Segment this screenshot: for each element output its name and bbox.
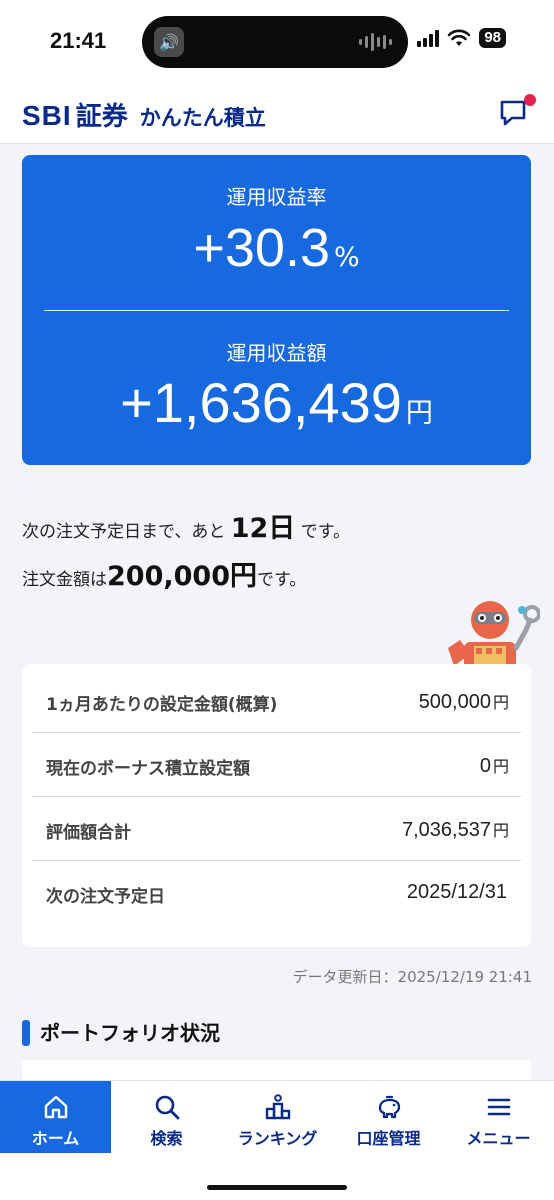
portfolio-section-title: ポートフォリオ状況	[22, 1018, 220, 1048]
nav-label-home: ホーム	[31, 1129, 80, 1148]
waveform-icon	[359, 32, 392, 52]
speaker-icon: 🔊	[154, 27, 184, 57]
profit-rate-label: 運用収益率	[226, 185, 327, 209]
status-indicators: 98	[417, 28, 506, 48]
order-amount-value: 200,000円	[107, 561, 257, 592]
logo-brand-sec: 証券	[75, 102, 128, 132]
settings-row-amount: 0	[479, 755, 491, 777]
settings-row-unit: 円	[492, 821, 509, 840]
profit-amount-label: 運用収益額	[226, 341, 327, 365]
settings-row-value: 500,000 円	[419, 689, 509, 714]
profit-amount-unit: 円	[405, 398, 433, 429]
settings-row-value: 7,036,537 円	[402, 817, 509, 842]
settings-row: 現在のボーナス積立設定額 0円	[22, 732, 531, 796]
data-update-time: データ更新日：2025/12/19 21:41	[292, 968, 532, 986]
next-order-days-value: 12日	[230, 513, 296, 544]
status-bar: 21:41 🔊 98	[0, 0, 554, 84]
portfolio-section-label: ポートフォリオ状況	[40, 1021, 220, 1045]
order-amount-prefix: 注文金額は	[22, 570, 107, 590]
profit-rate: +30.3%	[22, 221, 531, 275]
wifi-icon	[448, 29, 471, 46]
order-amount: 注文金額は200,000円です。	[22, 554, 306, 593]
bottom-navigation: ホーム 検索 ランキング 口座管理 メニュー	[0, 1080, 554, 1200]
settings-row: 1ヵ月あたりの設定金額(概算) 500,000 円	[22, 668, 531, 732]
notification-badge	[524, 94, 536, 106]
order-amount-suffix: です。	[256, 570, 307, 590]
settings-row-value: 2025/12/31	[407, 881, 509, 904]
settings-row: 評価額合計 7,036,537 円	[22, 796, 531, 860]
settings-row: 次の注文予定日 2025/12/31	[22, 860, 531, 924]
section-accent-bar	[22, 1020, 30, 1046]
piggy-bank-icon	[378, 1095, 400, 1119]
app-header: SBI 証券 かんたん積立	[0, 84, 554, 144]
settings-row-label: 1ヵ月あたりの設定金額(概算)	[46, 695, 278, 715]
profit-amount-value: +1,636,439	[120, 371, 402, 434]
nav-label-search: 検索	[150, 1129, 183, 1148]
settings-row-amount: 500,000	[418, 691, 491, 713]
search-icon	[155, 1095, 179, 1120]
profit-rate-unit: %	[333, 242, 360, 273]
message-button[interactable]	[496, 92, 536, 132]
nav-item-home[interactable]: ホーム	[0, 1081, 111, 1153]
portfolio-section-body	[22, 1060, 531, 1080]
ranking-icon	[265, 1094, 290, 1120]
next-order-days: 次の注文予定日まで、あと 12日 です。	[22, 506, 350, 545]
profit-rate-value: +30.3	[193, 218, 330, 278]
settings-row-unit: 円	[492, 693, 509, 712]
logo-brand: SBI	[22, 100, 72, 131]
status-time: 21:41	[50, 28, 107, 53]
home-indicator	[207, 1185, 347, 1190]
settings-row-label: 現在のボーナス積立設定額	[46, 759, 250, 779]
settings-row-amount: 2025/12/31	[406, 881, 507, 903]
nav-label-menu: メニュー	[466, 1129, 531, 1148]
profit-summary-card: 運用収益率 +30.3% 運用収益額 +1,636,439 円	[22, 155, 531, 465]
home-icon	[44, 1095, 67, 1119]
nav-item-ranking[interactable]: ランキング	[222, 1081, 333, 1153]
settings-row-value: 0円	[480, 753, 509, 778]
battery-icon: 98	[479, 28, 506, 48]
next-order-prefix: 次の注文予定日まで、あと	[22, 522, 226, 542]
nav-label-account: 口座管理	[356, 1129, 421, 1148]
settings-row-label: 評価額合計	[46, 823, 131, 843]
profit-amount: +1,636,439 円	[22, 375, 531, 431]
robot-mascot	[448, 601, 540, 666]
menu-icon	[487, 1098, 510, 1116]
settings-row-amount: 7,036,537	[402, 819, 491, 841]
dynamic-island: 🔊	[142, 16, 408, 68]
settings-summary-card: 1ヵ月あたりの設定金額(概算) 500,000 円 現在のボーナス積立設定額 0円…	[22, 664, 531, 947]
nav-item-search[interactable]: 検索	[111, 1081, 222, 1153]
next-order-suffix: です。	[300, 522, 351, 542]
app-logo: SBI 証券 かんたん積立	[22, 96, 266, 133]
card-divider	[44, 310, 509, 311]
logo-subtitle: かんたん積立	[139, 106, 266, 130]
nav-item-menu[interactable]: メニュー	[443, 1081, 554, 1153]
signal-icon	[417, 29, 440, 47]
settings-row-unit: 円	[492, 757, 509, 776]
settings-row-label: 次の注文予定日	[46, 887, 165, 907]
nav-item-account[interactable]: 口座管理	[333, 1081, 444, 1153]
nav-label-ranking: ランキング	[237, 1129, 318, 1148]
